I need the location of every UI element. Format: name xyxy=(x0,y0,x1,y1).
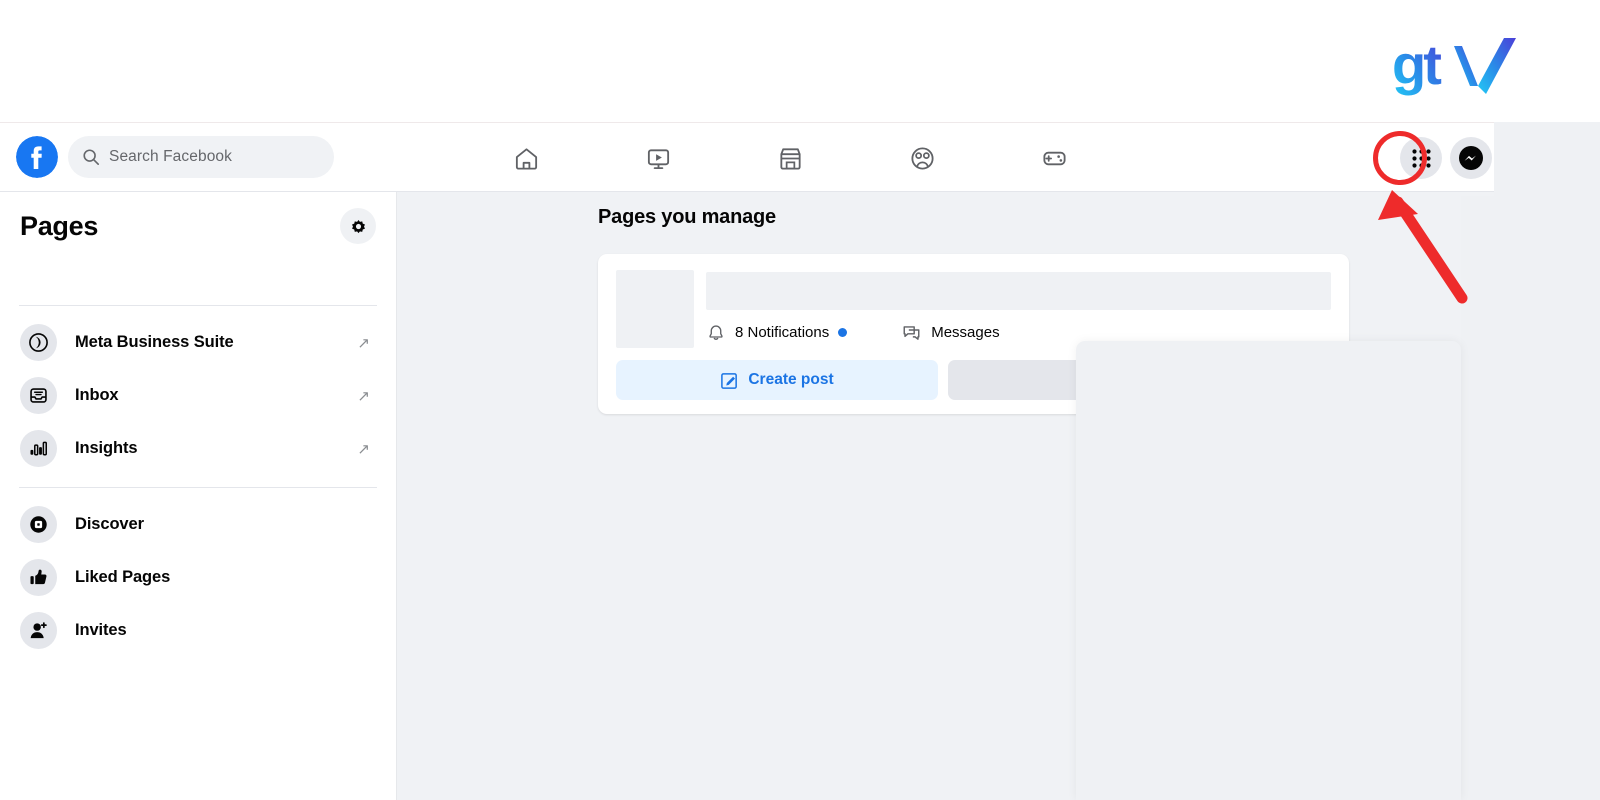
nav-tab-gaming[interactable] xyxy=(988,123,1120,193)
card-meta-row: 8 Notifications Messages xyxy=(706,322,1331,343)
inbox-icon xyxy=(20,377,57,414)
annotation-highlight-circle xyxy=(1373,131,1427,185)
discover-icon xyxy=(20,506,57,543)
chat-bubbles-icon xyxy=(903,326,920,340)
sidebar-item-label: Liked Pages xyxy=(75,568,171,586)
sidebar-header: Pages xyxy=(18,192,378,260)
annotation-arrow xyxy=(1378,190,1468,304)
sidebar-group-one: Meta Business Suite ↗ Inbox ↗ Insights ↗ xyxy=(18,306,378,475)
search-placeholder-text: Search Facebook xyxy=(109,148,232,165)
video-icon xyxy=(647,148,669,169)
messenger-icon xyxy=(1459,146,1483,170)
groups-icon xyxy=(910,146,934,170)
sidebar-item-label: Invites xyxy=(75,621,127,639)
messenger-button[interactable] xyxy=(1450,137,1492,179)
screenshot-root: gt Search Facebook Pages Meta Business S… xyxy=(0,0,1600,800)
thumbs-up-icon xyxy=(20,559,57,596)
card-info-column: 8 Notifications Messages xyxy=(706,270,1331,348)
messages-link[interactable]: Messages xyxy=(901,322,1000,343)
external-link-icon: ↗ xyxy=(357,334,370,352)
sidebar-item-liked-pages[interactable]: Liked Pages xyxy=(18,551,378,604)
facebook-top-navbar: Search Facebook xyxy=(0,122,1600,192)
nav-tab-marketplace[interactable] xyxy=(724,123,856,193)
sidebar-item-label: Discover xyxy=(75,515,144,533)
search-icon xyxy=(83,149,100,166)
sidebar-settings-button[interactable] xyxy=(340,208,376,244)
compose-icon xyxy=(721,372,738,389)
top-white-band: gt xyxy=(0,0,1600,122)
insights-bars-icon xyxy=(20,430,57,467)
storefront-icon xyxy=(779,147,801,170)
sidebar-item-label: Inbox xyxy=(75,386,119,404)
sidebar-item-discover[interactable]: Discover xyxy=(18,498,378,551)
gear-icon xyxy=(351,219,365,233)
right-edge-overlay-panel xyxy=(1494,122,1600,196)
create-post-label: Create post xyxy=(748,371,834,388)
messages-label: Messages xyxy=(931,324,1000,341)
external-link-icon: ↗ xyxy=(357,440,370,458)
section-heading: Pages you manage xyxy=(598,206,776,228)
sidebar-group-two: Discover Liked Pages Invites xyxy=(18,488,378,657)
sidebar-item-inbox[interactable]: Inbox ↗ xyxy=(18,369,378,422)
right-side-overlay-column xyxy=(1461,196,1600,800)
page-title: Pages xyxy=(20,210,99,241)
gtv-watermark-logo: gt xyxy=(1392,33,1516,96)
nav-tab-groups[interactable] xyxy=(856,123,988,193)
sidebar-item-label: Insights xyxy=(75,439,138,457)
messenger-drawer-panel[interactable] xyxy=(1076,341,1461,800)
pages-sidebar: Pages Meta Business Suite ↗ Inbox ↗ Insi… xyxy=(0,192,397,800)
notifications-label: 8 Notifications xyxy=(735,324,830,341)
sidebar-item-meta-business-suite[interactable]: Meta Business Suite ↗ xyxy=(18,316,378,369)
external-link-icon: ↗ xyxy=(357,387,370,405)
card-top-row: 8 Notifications Messages xyxy=(616,270,1331,348)
add-person-icon xyxy=(20,612,57,649)
bell-outline-icon xyxy=(709,324,723,340)
nav-tab-watch[interactable] xyxy=(592,123,724,193)
nav-tab-home[interactable] xyxy=(460,123,592,193)
search-input[interactable]: Search Facebook xyxy=(68,136,334,178)
facebook-logo-icon[interactable] xyxy=(16,136,58,178)
unread-indicator-dot xyxy=(838,328,848,337)
meta-suite-icon xyxy=(20,324,57,361)
navbar-center-tabs xyxy=(460,123,1120,193)
create-post-button[interactable]: Create post xyxy=(616,360,938,400)
page-avatar-placeholder xyxy=(616,270,694,348)
gamepad-icon xyxy=(1042,151,1066,165)
sidebar-item-insights[interactable]: Insights ↗ xyxy=(18,422,378,475)
page-name-placeholder xyxy=(706,272,1331,310)
sidebar-item-label: Meta Business Suite xyxy=(75,333,234,351)
sidebar-item-invites[interactable]: Invites xyxy=(18,604,378,657)
notifications-link[interactable]: 8 Notifications xyxy=(706,323,848,343)
svg-text:gt: gt xyxy=(1392,33,1441,96)
home-icon xyxy=(515,147,537,170)
navbar-left-group: Search Facebook xyxy=(0,136,334,178)
